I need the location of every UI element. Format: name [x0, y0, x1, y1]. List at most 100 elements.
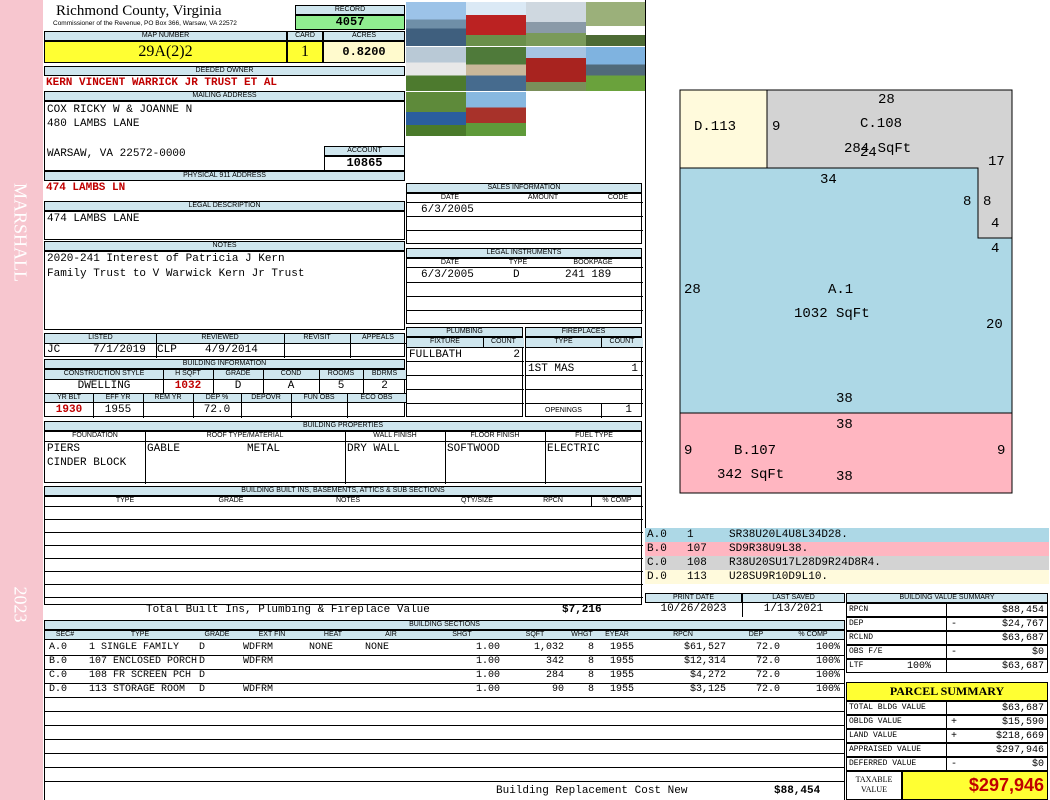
fireplace-type-value: 1ST MAS: [528, 363, 575, 375]
photo-water[interactable]: [526, 2, 586, 46]
sketch-c-overlap-dim: 24: [860, 145, 877, 161]
section-cell: C.0: [49, 670, 68, 681]
section-cell: 1.00: [475, 684, 500, 695]
fireplaces-header: FIREPLACES: [525, 327, 642, 337]
fixture-value: FULLBATH: [409, 349, 462, 361]
acres-header: ACRES: [323, 31, 405, 41]
yrblt-header: YR BLT: [57, 394, 81, 401]
deeded-owner-header: DEEDED OWNER: [44, 66, 405, 76]
section-cell: 113 STORAGE ROOM: [89, 684, 186, 695]
instruments-date-header: DATE: [440, 259, 460, 266]
commissioner-line: Commissioner of the Revenue, PO Box 366,…: [53, 20, 237, 27]
value-summary-header: BUILDING VALUE SUMMARY: [846, 593, 1048, 603]
summary-row: LAND VALUE + $218,669: [846, 729, 1048, 743]
listed-by: JC: [47, 344, 61, 356]
record-value: 4057: [295, 15, 405, 30]
photo-mobile-home[interactable]: [406, 47, 466, 91]
sections-table: SEC# TYPE GRADE EXT FIN HEAT AIR SHGT SQFT WHGT E…: [44, 630, 845, 800]
instruments-type-value: D: [513, 269, 520, 281]
summary-value: $297,946: [995, 745, 1044, 756]
legend-num: 113: [687, 571, 707, 583]
summary-row: RCLND $63,687: [846, 631, 1048, 645]
rooms-value: 5: [337, 380, 345, 392]
summary-row: OBS F/E - $0: [846, 645, 1048, 659]
summary-value: $63,687: [1001, 661, 1044, 672]
section-cell: D: [199, 656, 206, 667]
rooms-header: ROOMS: [327, 370, 355, 377]
instruments-book-header: BOOKPAGE: [573, 259, 613, 266]
summary-sign: -: [951, 759, 958, 770]
section-cell: D.0: [49, 684, 68, 695]
notes-line-2: Family Trust to V Warwick Kern Jr Trust: [47, 268, 305, 280]
foundation-value-2: CINDER BLOCK: [47, 457, 127, 469]
photo-red-shed[interactable]: [526, 47, 586, 91]
sections-col-header: % COMP: [798, 631, 828, 638]
summary-key: TOTAL BLDG VALUE: [849, 703, 926, 712]
section-cell: 1955: [609, 642, 634, 653]
roof-header: ROOF TYPE/MATERIAL: [206, 432, 284, 439]
sketch-c-right-dim: 17: [988, 154, 1005, 170]
section-cell: 8: [587, 656, 594, 667]
photo-sign[interactable]: [406, 92, 466, 136]
summary-key: LTF: [849, 661, 864, 670]
section-cell: 72.0: [755, 642, 780, 653]
floor-plan-sketch: [679, 89, 1013, 494]
section-cell: WDFRM: [243, 684, 274, 695]
foundation-header: FOUNDATION: [72, 432, 118, 439]
foundation-value-1: PIERS: [47, 443, 81, 455]
legal-description-value: 474 LAMBS LANE: [47, 213, 140, 225]
left-sidebar: MARSHALL 2023: [0, 0, 43, 800]
section-cell: 100%: [815, 656, 840, 667]
photo-red-garage[interactable]: [466, 2, 526, 46]
legend-num: 107: [687, 543, 707, 555]
legend-vector: U28SU9R10D9L10.: [729, 571, 829, 583]
grade-value: D: [234, 380, 242, 392]
photo-dock[interactable]: [406, 2, 466, 46]
section-cell: 8: [587, 670, 594, 681]
photo-house-trees[interactable]: [586, 2, 646, 46]
card-header: CARD: [287, 31, 323, 41]
fixture-header: FIXTURE: [430, 338, 460, 345]
sketch-b-left-dim: 9: [684, 443, 693, 459]
sketch-b-bottom-dim: 38: [836, 469, 853, 485]
section-cell: 100%: [815, 684, 840, 695]
sketch-dim-4b: 4: [991, 241, 1000, 257]
dep-value: 72.0: [203, 404, 231, 416]
sketch-dim-8b: 8: [983, 194, 992, 210]
section-cell: WDFRM: [243, 656, 274, 667]
summary-value: $63,687: [1001, 633, 1044, 644]
depovr-header: DEPOVR: [251, 394, 281, 401]
sections-col-header: SQFT: [525, 631, 545, 638]
section-cell: $3,125: [689, 684, 726, 695]
section-cell: 342: [545, 656, 564, 667]
summary-value: $0: [1031, 647, 1044, 658]
effyr-value: 1955: [104, 404, 132, 416]
cond-value: A: [287, 380, 295, 392]
instruments-book-value: 241 189: [565, 269, 612, 281]
sketch-c-area: 284 SqFt: [844, 141, 912, 157]
fireplaces-table: TYPE COUNT 1ST MAS 1 OPENINGS 1: [525, 337, 643, 418]
section-cell: 8: [587, 684, 594, 695]
sections-col-header: HEAT: [323, 631, 343, 638]
summary-value: $218,669: [995, 731, 1044, 742]
summary-key: OBS F/E: [849, 647, 883, 656]
summary-key: LAND VALUE: [849, 731, 898, 740]
appeals-header: APPEALS: [362, 334, 394, 341]
legend-num: 1: [687, 529, 694, 541]
properties-table: FOUNDATION ROOF TYPE/MATERIAL WALL FINIS…: [44, 431, 643, 484]
section-cell: 108 FR SCREEN PCH: [89, 670, 192, 681]
style-header: CONSTRUCTION STYLE: [63, 370, 145, 377]
sections-total-value: $88,454: [774, 785, 821, 797]
sidebar-name: MARSHALL: [10, 182, 31, 282]
fireplace-type-header: TYPE: [554, 338, 573, 345]
photo-house-lawn[interactable]: [586, 47, 646, 91]
sections-col-header: WHGT: [571, 631, 593, 638]
section-cell: $61,527: [683, 642, 726, 653]
section-cell: 90: [551, 684, 564, 695]
bdrms-header: BDRMS: [371, 370, 398, 377]
photo-pier[interactable]: [466, 47, 526, 91]
grade-header: GRADE: [225, 370, 251, 377]
sections-col-header: RPCN: [673, 631, 693, 638]
photo-red-building[interactable]: [466, 92, 526, 136]
mailing-line-2: 480 LAMBS LANE: [47, 118, 140, 130]
